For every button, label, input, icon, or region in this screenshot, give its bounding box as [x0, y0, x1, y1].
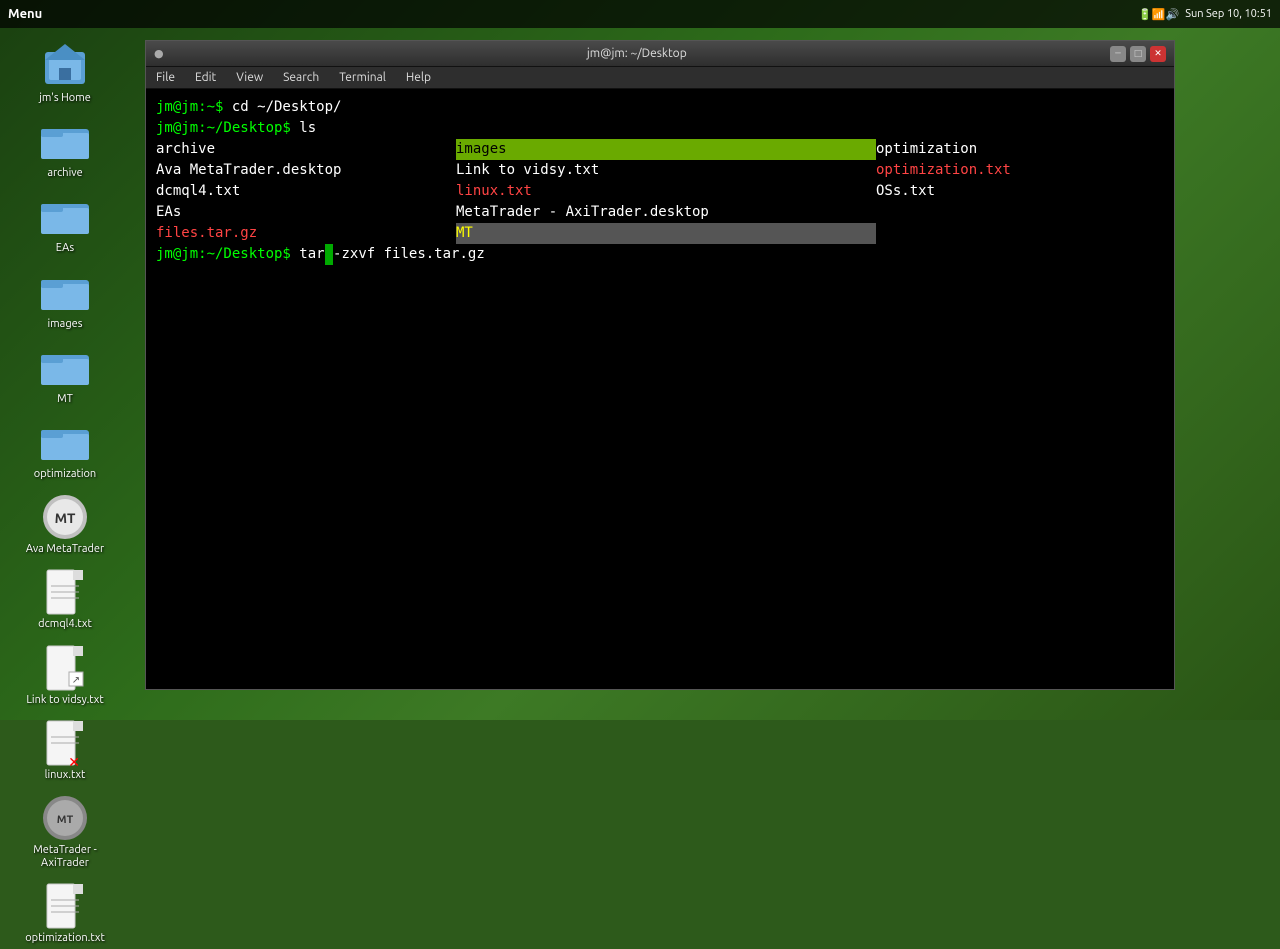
- menu-search[interactable]: Search: [279, 69, 323, 86]
- taskbar-right: 🔋📶🔊 Sun Sep 10, 10:51: [1138, 8, 1272, 21]
- system-tray-icons: 🔋📶🔊: [1138, 8, 1179, 21]
- ls-cell-archive: archive: [156, 139, 456, 160]
- optimization-folder-icon: [41, 418, 89, 466]
- svg-text:MT: MT: [55, 510, 76, 526]
- link-vidsy-label: Link to vidsy.txt: [26, 694, 103, 707]
- desktop-icon-linux-txt[interactable]: ✕ linux.txt: [10, 715, 120, 786]
- metatrader-axitrader-label: MetaTrader - AxiTrader: [14, 844, 116, 870]
- menu-help[interactable]: Help: [402, 69, 435, 86]
- mt-label: MT: [57, 393, 73, 406]
- terminal-menubar: File Edit View Search Terminal Help: [146, 67, 1174, 89]
- ls-output: archive images optimization Ava MetaTrad…: [156, 139, 1164, 244]
- window-controls: ─ □ ✕: [1110, 46, 1166, 62]
- metatrader-axitrader-icon: MT: [41, 794, 89, 842]
- terminal-line-2: jm@jm:~/Desktop$ ls: [156, 118, 1164, 139]
- archive-folder-icon: [41, 117, 89, 165]
- menu-edit[interactable]: Edit: [191, 69, 220, 86]
- link-vidsy-icon: ↗: [41, 644, 89, 692]
- ls-cell-ava-metatrader: Ava MetaTrader.desktop: [156, 160, 456, 181]
- desktop: Menu 🔋📶🔊 Sun Sep 10, 10:51 jm's Home: [0, 0, 1280, 720]
- desktop-icon-dcmql4[interactable]: dcmql4.txt: [10, 564, 120, 635]
- svg-text:MT: MT: [57, 814, 74, 826]
- desktop-icon-link-vidsy[interactable]: ↗ Link to vidsy.txt: [10, 640, 120, 711]
- prompt-2: jm@jm:~/Desktop$: [156, 118, 299, 139]
- ava-metatrader-icon: MT: [41, 493, 89, 541]
- desktop-icon-metatrader-axitrader[interactable]: MT MetaTrader - AxiTrader: [10, 790, 120, 874]
- desktop-icon-archive[interactable]: archive: [10, 113, 120, 184]
- ls-cell-optimization: optimization: [876, 139, 1164, 160]
- home-icon: [41, 42, 89, 90]
- svg-text:↗: ↗: [72, 674, 80, 685]
- terminal-cursor: [325, 244, 333, 265]
- desktop-icon-optimization[interactable]: optimization: [10, 414, 120, 485]
- ls-cell-empty-1: [876, 202, 1164, 223]
- prompt-1: jm@jm:~$: [156, 97, 232, 118]
- taskbar-top: Menu 🔋📶🔊 Sun Sep 10, 10:51: [0, 0, 1280, 28]
- menu-button[interactable]: Menu: [8, 7, 42, 21]
- jms-home-label: jm's Home: [39, 92, 91, 105]
- ls-cell-linux-txt: linux.txt: [456, 181, 876, 202]
- terminal-line-current: jm@jm:~/Desktop$ tar -zxvf files.tar.gz: [156, 244, 1164, 265]
- dcmql4-file-icon: [41, 568, 89, 616]
- minimize-icon: ─: [1115, 48, 1120, 59]
- menu-terminal[interactable]: Terminal: [335, 69, 390, 86]
- optimization-txt-label: optimization.txt: [25, 932, 105, 945]
- ls-cell-files-tgz: files.tar.gz: [156, 223, 456, 244]
- desktop-icon-mt[interactable]: MT: [10, 339, 120, 410]
- ls-cell-mt: MT: [456, 223, 876, 244]
- menu-view[interactable]: View: [232, 69, 267, 86]
- close-icon: ✕: [1154, 48, 1162, 59]
- terminal-title: jm@jm: ~/Desktop: [172, 47, 1102, 60]
- ls-cell-eas: EAs: [156, 202, 456, 223]
- maximize-button[interactable]: □: [1130, 46, 1146, 62]
- maximize-icon: □: [1134, 48, 1143, 59]
- terminal-icon-dot: ●: [154, 47, 164, 60]
- dcmql4-label: dcmql4.txt: [38, 618, 92, 631]
- cmd-before-cursor: tar: [299, 244, 324, 265]
- svg-text:✕: ✕: [68, 754, 80, 767]
- ls-cell-dcmql4: dcmql4.txt: [156, 181, 456, 202]
- terminal-line-1: jm@jm:~$ cd ~/Desktop/: [156, 97, 1164, 118]
- desktop-icon-ava-metatrader[interactable]: MT Ava MetaTrader: [10, 489, 120, 560]
- ava-metatrader-label: Ava MetaTrader: [26, 543, 104, 556]
- linux-txt-label: linux.txt: [45, 769, 86, 782]
- datetime: Sun Sep 10, 10:51: [1185, 8, 1272, 20]
- desktop-icon-images[interactable]: images: [10, 264, 120, 335]
- desktop-icon-optimization-txt[interactable]: optimization.txt: [10, 878, 120, 949]
- cmd-1: cd ~/Desktop/: [232, 97, 342, 118]
- desktop-icons-area: jm's Home archive EAs: [0, 28, 130, 720]
- images-label: images: [48, 318, 83, 331]
- desktop-icon-eas[interactable]: EAs: [10, 188, 120, 259]
- prompt-current: jm@jm:~/Desktop$: [156, 244, 299, 265]
- minimize-button[interactable]: ─: [1110, 46, 1126, 62]
- archive-label: archive: [47, 167, 82, 180]
- cmd-2: ls: [299, 118, 316, 139]
- optimization-txt-icon: [41, 882, 89, 930]
- ls-cell-metatrader-axitrader: MetaTrader - AxiTrader.desktop: [456, 202, 876, 223]
- ls-cell-link-vidsy: Link to vidsy.txt: [456, 160, 876, 181]
- terminal-window: ● jm@jm: ~/Desktop ─ □ ✕ File Edit View …: [145, 40, 1175, 690]
- linux-txt-icon: ✕: [41, 719, 89, 767]
- eas-folder-icon: [41, 192, 89, 240]
- eas-label: EAs: [56, 242, 74, 255]
- desktop-icon-jms-home[interactable]: jm's Home: [10, 38, 120, 109]
- ls-cell-images: images: [456, 139, 876, 160]
- mt-folder-icon: [41, 343, 89, 391]
- images-folder-icon: [41, 268, 89, 316]
- terminal-body[interactable]: jm@jm:~$ cd ~/Desktop/ jm@jm:~/Desktop$ …: [146, 89, 1174, 689]
- ls-cell-optimization-txt: optimization.txt: [876, 160, 1164, 181]
- menu-file[interactable]: File: [152, 69, 179, 86]
- close-button[interactable]: ✕: [1150, 46, 1166, 62]
- ls-cell-oss-txt: OSs.txt: [876, 181, 1164, 202]
- terminal-titlebar: ● jm@jm: ~/Desktop ─ □ ✕: [146, 41, 1174, 67]
- optimization-label: optimization: [34, 468, 96, 481]
- ls-cell-empty-2: [876, 223, 1164, 244]
- cmd-after-cursor: -zxvf files.tar.gz: [333, 244, 485, 265]
